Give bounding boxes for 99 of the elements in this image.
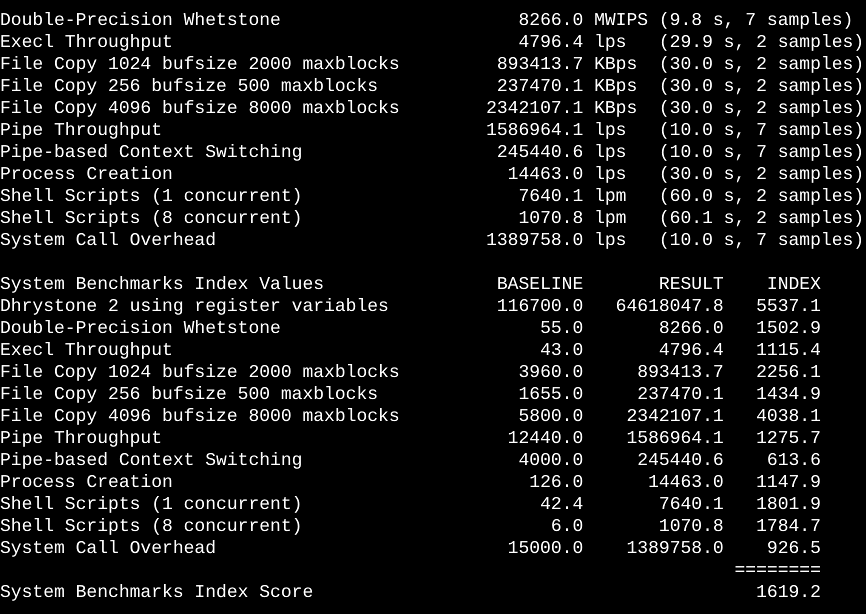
baseline-value: 116700.0 <box>496 296 584 318</box>
test-name: Dhrystone 2 using register variables <box>0 296 390 318</box>
index-value: 5537.1 <box>755 296 821 318</box>
index-value: 1115.4 <box>755 340 821 362</box>
baseline-value: 43.0 <box>539 340 584 362</box>
result-value: 1070.8 <box>658 516 724 538</box>
test-name: Shell Scripts (8 concurrent) <box>0 516 304 538</box>
test-detail: (60.1 s, 2 samples) <box>658 208 866 230</box>
test-detail: (10.0 s, 7 samples) <box>658 230 866 252</box>
test-value: 1389758.0 <box>485 230 584 252</box>
result-value: 893413.7 <box>636 362 724 384</box>
test-name: Process Creation <box>0 164 174 186</box>
test-value: 8266.0 <box>517 10 584 32</box>
test-unit: KBps <box>593 76 638 98</box>
baseline-value: 15000.0 <box>506 538 584 560</box>
test-unit: lps <box>593 142 628 164</box>
test-detail: (30.0 s, 2 samples) <box>658 98 866 120</box>
index-value: 1801.9 <box>755 494 821 516</box>
test-value: 1070.8 <box>517 208 584 230</box>
test-value: 245440.6 <box>496 142 584 164</box>
test-unit: lpm <box>593 186 628 208</box>
test-name: File Copy 4096 bufsize 8000 maxblocks <box>0 406 401 428</box>
test-name: Double-Precision Whetstone <box>0 10 282 32</box>
test-unit: MWIPS <box>593 10 648 32</box>
test-detail: (30.0 s, 2 samples) <box>658 76 866 98</box>
test-unit: lpm <box>593 208 628 230</box>
test-name: Execl Throughput <box>0 32 174 54</box>
index-value: 613.6 <box>766 450 821 472</box>
column-header: BASELINE <box>496 274 584 296</box>
index-value: 1147.9 <box>755 472 821 494</box>
baseline-value: 42.4 <box>539 494 584 516</box>
result-value: 8266.0 <box>658 318 724 340</box>
test-name: Double-Precision Whetstone <box>0 318 282 340</box>
column-header: INDEX <box>766 274 821 296</box>
test-name: Shell Scripts (1 concurrent) <box>0 186 304 208</box>
result-value: 64618047.8 <box>614 296 724 318</box>
result-value: 7640.1 <box>658 494 724 516</box>
test-name: Pipe Throughput <box>0 120 164 142</box>
test-name: Shell Scripts (8 concurrent) <box>0 208 304 230</box>
test-name: File Copy 256 bufsize 500 maxblocks <box>0 384 380 406</box>
index-value: 1275.7 <box>755 428 821 450</box>
test-unit: KBps <box>593 98 638 120</box>
test-value: 4796.4 <box>517 32 584 54</box>
test-value: 893413.7 <box>496 54 584 76</box>
baseline-value: 126.0 <box>528 472 584 494</box>
test-detail: (10.0 s, 7 samples) <box>658 120 866 142</box>
result-value: 2342107.1 <box>625 406 724 428</box>
baseline-value: 4000.0 <box>517 450 584 472</box>
result-value: 245440.6 <box>636 450 724 472</box>
test-value: 7640.1 <box>517 186 584 208</box>
test-detail: (60.0 s, 2 samples) <box>658 186 866 208</box>
column-header: RESULT <box>658 274 724 296</box>
score-value: 1619.2 <box>755 582 821 604</box>
test-name: Execl Throughput <box>0 340 174 362</box>
baseline-value: 3960.0 <box>517 362 584 384</box>
baseline-value: 6.0 <box>550 516 584 538</box>
test-name: Pipe Throughput <box>0 428 164 450</box>
index-value: 1434.9 <box>755 384 821 406</box>
test-name: Pipe-based Context Switching <box>0 142 304 164</box>
result-value: 237470.1 <box>636 384 724 406</box>
result-value: 1389758.0 <box>625 538 724 560</box>
test-name: Shell Scripts (1 concurrent) <box>0 494 304 516</box>
baseline-value: 5800.0 <box>517 406 584 428</box>
baseline-value: 1655.0 <box>517 384 584 406</box>
test-name: Process Creation <box>0 472 174 494</box>
index-value: 1784.7 <box>755 516 821 538</box>
test-unit: lps <box>593 32 628 54</box>
test-value: 237470.1 <box>496 76 584 98</box>
test-value: 2342107.1 <box>485 98 584 120</box>
index-value: 4038.1 <box>755 406 821 428</box>
test-name: File Copy 1024 bufsize 2000 maxblocks <box>0 362 401 384</box>
result-value: 4796.4 <box>658 340 724 362</box>
separator-line: ======== <box>733 560 821 582</box>
test-name: Pipe-based Context Switching <box>0 450 304 472</box>
test-name: File Copy 1024 bufsize 2000 maxblocks <box>0 54 401 76</box>
test-detail: (30.0 s, 2 samples) <box>658 164 866 186</box>
index-value: 1502.9 <box>755 318 821 340</box>
test-value: 14463.0 <box>506 164 584 186</box>
test-unit: lps <box>593 230 628 252</box>
index-title: System Benchmarks Index Values <box>0 274 326 296</box>
test-name: File Copy 256 bufsize 500 maxblocks <box>0 76 380 98</box>
test-detail: (9.8 s, 7 samples) <box>658 10 854 32</box>
test-name: File Copy 4096 bufsize 8000 maxblocks <box>0 98 401 120</box>
test-value: 1586964.1 <box>485 120 584 142</box>
baseline-value: 55.0 <box>539 318 584 340</box>
score-label: System Benchmarks Index Score <box>0 582 314 604</box>
test-unit: lps <box>593 120 628 142</box>
test-name: System Call Overhead <box>0 538 218 560</box>
test-detail: (10.0 s, 7 samples) <box>658 142 866 164</box>
test-name: System Call Overhead <box>0 230 218 252</box>
test-unit: KBps <box>593 54 638 76</box>
test-unit: lps <box>593 164 628 186</box>
index-value: 926.5 <box>766 538 821 560</box>
test-detail: (29.9 s, 2 samples) <box>658 32 866 54</box>
result-value: 1586964.1 <box>625 428 724 450</box>
baseline-value: 12440.0 <box>506 428 584 450</box>
test-detail: (30.0 s, 2 samples) <box>658 54 866 76</box>
index-value: 2256.1 <box>755 362 821 384</box>
result-value: 14463.0 <box>647 472 724 494</box>
